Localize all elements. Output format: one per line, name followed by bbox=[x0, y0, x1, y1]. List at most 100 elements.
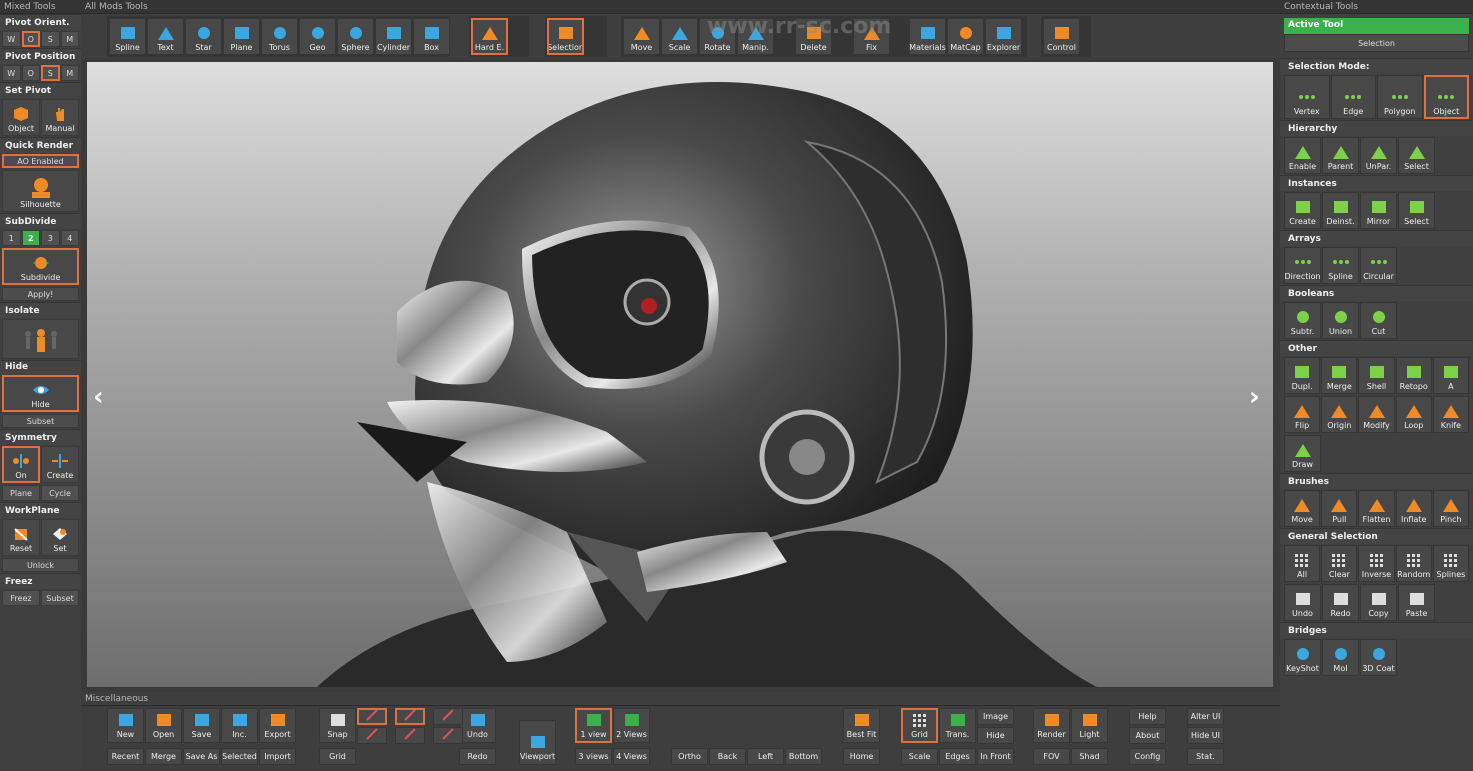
misc-hide-button[interactable]: Hide bbox=[977, 727, 1014, 744]
subdiv-level-4[interactable]: 4 bbox=[60, 230, 79, 246]
other-a-button[interactable]: A bbox=[1432, 357, 1470, 394]
pivot-pos-m[interactable]: M bbox=[60, 65, 79, 81]
workplane-unlock-button[interactable]: Unlock bbox=[2, 558, 79, 572]
tool-explorer-button[interactable]: Explorer bbox=[985, 18, 1022, 55]
gensel-inverse-button[interactable]: Inverse bbox=[1358, 545, 1395, 582]
misc-edges-button-2[interactable]: Edges bbox=[939, 748, 976, 765]
tool-matcap-button[interactable]: MatCap bbox=[947, 18, 984, 55]
misc-stat-button-2[interactable]: Stat. bbox=[1187, 748, 1224, 765]
misc-new-button[interactable]: New bbox=[107, 708, 144, 743]
hierarchy-enable-button[interactable]: Enable bbox=[1284, 137, 1321, 174]
misc-recent-button-2[interactable]: Recent bbox=[107, 748, 144, 765]
gensel-splines-button[interactable]: Splines bbox=[1432, 545, 1470, 582]
tool-control-button[interactable]: Control bbox=[1043, 18, 1080, 55]
chevron-left-icon[interactable]: ‹ bbox=[93, 382, 104, 412]
other-knife-button[interactable]: Knife bbox=[1432, 396, 1470, 433]
symmetry-create-button[interactable]: Create bbox=[41, 446, 79, 483]
mode-edge-button[interactable]: Edge bbox=[1330, 75, 1376, 119]
misc-import-button-2[interactable]: Import bbox=[259, 748, 296, 765]
misc-light-button[interactable]: Light bbox=[1071, 708, 1108, 743]
misc-hide-ui-button[interactable]: Hide UI bbox=[1187, 727, 1224, 744]
snap-option-icon[interactable] bbox=[395, 708, 425, 725]
misc-best-fit-button[interactable]: Best Fit bbox=[843, 708, 880, 743]
instance-select-button[interactable]: Select bbox=[1398, 192, 1435, 229]
instance-create-button[interactable]: Create bbox=[1284, 192, 1321, 229]
misc-trans-button[interactable]: Trans. bbox=[939, 708, 976, 743]
other-retopo-button[interactable]: Retopo bbox=[1395, 357, 1432, 394]
tool-geo-button[interactable]: Geo bbox=[299, 18, 336, 55]
misc-in-front-button-2[interactable]: In Front bbox=[977, 748, 1014, 765]
freez-button[interactable]: Freez bbox=[2, 590, 40, 606]
subdiv-level-1[interactable]: 1 bbox=[2, 230, 21, 246]
misc-back-button-2[interactable]: Back bbox=[709, 748, 746, 765]
subdivide-button[interactable]: Subdivide bbox=[2, 248, 79, 285]
pivot-pos-o[interactable]: O bbox=[21, 65, 40, 81]
tool-text-button[interactable]: Text bbox=[147, 18, 184, 55]
pivot-orient-w[interactable]: W bbox=[2, 31, 21, 47]
hierarchy-parent-button[interactable]: Parent bbox=[1322, 137, 1359, 174]
pivot-orient-s[interactable]: S bbox=[41, 31, 60, 47]
tool-materials-button[interactable]: Materials bbox=[909, 18, 946, 55]
misc-selected-button-2[interactable]: Selected bbox=[221, 748, 258, 765]
misc-home-button-2[interactable]: Home bbox=[843, 748, 880, 765]
misc-about-button[interactable]: About bbox=[1129, 727, 1166, 744]
snap-option-icon[interactable] bbox=[395, 727, 425, 744]
pivot-pos-s[interactable]: S bbox=[41, 65, 60, 81]
boolean-union-button[interactable]: Union bbox=[1322, 302, 1359, 339]
3d-viewport[interactable]: ‹ › www.rr-sc.com bbox=[87, 14, 1273, 687]
misc-bottom-button-2[interactable]: Bottom bbox=[785, 748, 822, 765]
other-shell-button[interactable]: Shell bbox=[1358, 357, 1395, 394]
misc-viewport-button-2[interactable]: Viewport bbox=[519, 720, 556, 765]
snap-option-icon[interactable] bbox=[357, 708, 387, 725]
pivot-orient-m[interactable]: M bbox=[60, 31, 79, 47]
misc-redo-button-2[interactable]: Redo bbox=[459, 748, 496, 765]
other-merge-button[interactable]: Merge bbox=[1321, 357, 1358, 394]
symmetry-on-button[interactable]: On bbox=[2, 446, 40, 483]
gensel-copy-button[interactable]: Copy bbox=[1360, 584, 1397, 621]
tool-hard-e-button[interactable]: Hard E. bbox=[471, 18, 508, 55]
array-direction-button[interactable]: Direction bbox=[1284, 247, 1321, 284]
other-flip-button[interactable]: Flip bbox=[1284, 396, 1321, 433]
misc-alter-ui-button[interactable]: Alter UI bbox=[1187, 708, 1224, 725]
other-loop-button[interactable]: Loop bbox=[1395, 396, 1432, 433]
misc-left-button-2[interactable]: Left bbox=[747, 748, 784, 765]
active-tool-selection[interactable]: Selection bbox=[1284, 34, 1469, 52]
misc-config-button-2[interactable]: Config bbox=[1129, 748, 1166, 765]
symmetry-plane-button[interactable]: Plane bbox=[2, 485, 40, 501]
ao-enabled-toggle[interactable]: AO Enabled bbox=[2, 154, 79, 168]
boolean-cut-button[interactable]: Cut bbox=[1360, 302, 1397, 339]
tool-torus-button[interactable]: Torus bbox=[261, 18, 298, 55]
chevron-right-icon[interactable]: › bbox=[1249, 382, 1260, 412]
brush-move-button[interactable]: Move bbox=[1284, 490, 1321, 527]
tool-selection-button[interactable]: Selection bbox=[547, 18, 584, 55]
misc-undo-button[interactable]: Undo bbox=[459, 708, 496, 743]
misc-grid-button-2[interactable]: Grid bbox=[319, 748, 356, 765]
tool-star-button[interactable]: Star bbox=[185, 18, 222, 55]
misc-open-button[interactable]: Open bbox=[145, 708, 182, 743]
brush-pull-button[interactable]: Pull bbox=[1321, 490, 1358, 527]
isolate-button[interactable] bbox=[2, 319, 79, 359]
hierarchy-unpar-button[interactable]: UnPar. bbox=[1360, 137, 1397, 174]
mode-polygon-button[interactable]: Polygon bbox=[1377, 75, 1423, 119]
other-dupl-button[interactable]: Dupl. bbox=[1284, 357, 1321, 394]
tool-sphere-button[interactable]: Sphere bbox=[337, 18, 374, 55]
mode-object-button[interactable]: Object bbox=[1423, 75, 1469, 119]
boolean-subtr-button[interactable]: Subtr. bbox=[1284, 302, 1321, 339]
brush-flatten-button[interactable]: Flatten bbox=[1358, 490, 1395, 527]
gensel-clear-button[interactable]: Clear bbox=[1321, 545, 1358, 582]
instance-deinst-button[interactable]: Deinst. bbox=[1322, 192, 1359, 229]
array-circular-button[interactable]: Circular bbox=[1360, 247, 1397, 284]
apply-button[interactable]: Apply! bbox=[2, 287, 79, 301]
snap-option-icon[interactable] bbox=[357, 727, 387, 744]
bridge-moi-button[interactable]: MoI bbox=[1322, 639, 1359, 676]
misc-render-button[interactable]: Render bbox=[1033, 708, 1070, 743]
instance-mirror-button[interactable]: Mirror bbox=[1360, 192, 1397, 229]
snap-option-icon[interactable] bbox=[433, 727, 463, 744]
gensel-redo-button[interactable]: Redo bbox=[1322, 584, 1359, 621]
tool-move-button[interactable]: Move bbox=[623, 18, 660, 55]
misc-grid-button[interactable]: Grid bbox=[901, 708, 938, 743]
misc-export-button[interactable]: Export bbox=[259, 708, 296, 743]
silhouette-button[interactable]: Silhouette bbox=[2, 170, 79, 212]
brush-pinch-button[interactable]: Pinch bbox=[1432, 490, 1470, 527]
misc-snap-button[interactable]: Snap bbox=[319, 708, 356, 743]
